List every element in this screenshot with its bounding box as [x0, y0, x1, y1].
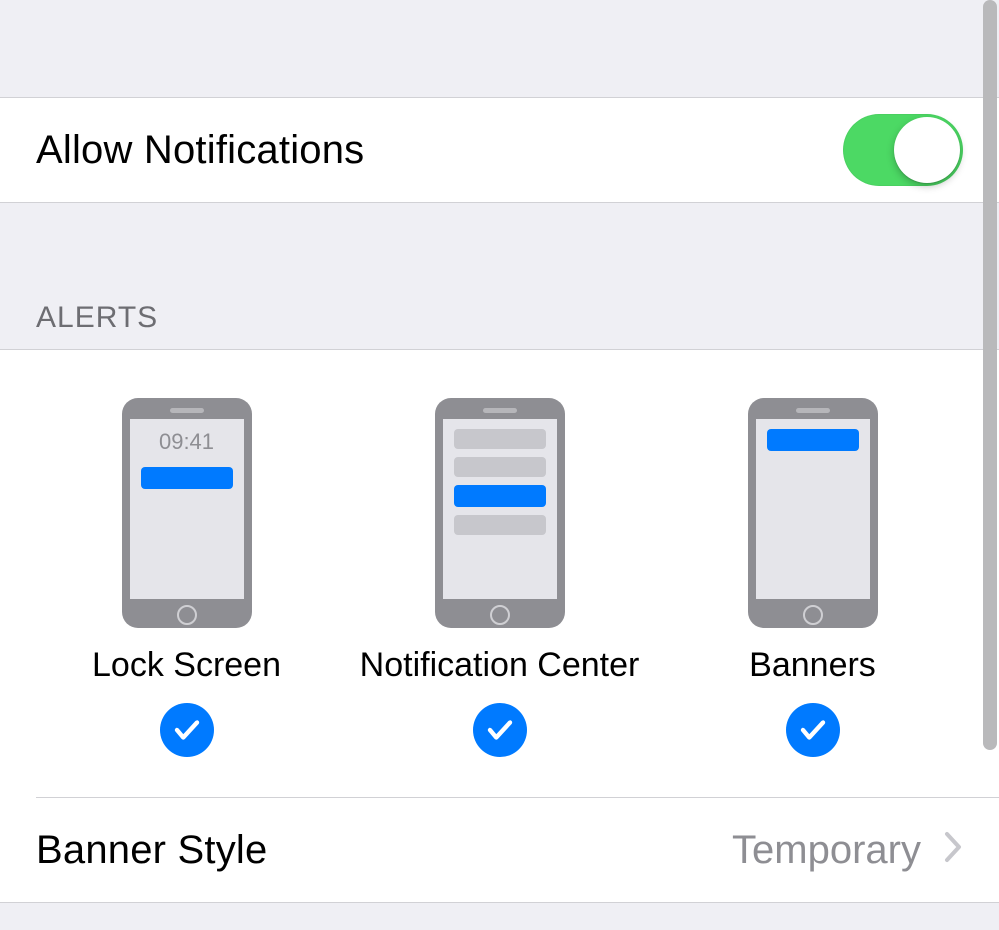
- alerts-section-gap: ALERTS: [0, 203, 999, 349]
- lock-screen-label: Lock Screen: [92, 646, 281, 685]
- notification-center-label: Notification Center: [360, 646, 640, 685]
- alerts-panel: 09:41 Lock Screen: [0, 349, 999, 903]
- alert-option-lock-screen[interactable]: 09:41 Lock Screen: [30, 398, 343, 757]
- banner-style-value: Temporary: [732, 828, 921, 873]
- lock-screen-time: 09:41: [159, 429, 214, 455]
- alert-option-notification-center[interactable]: Notification Center: [343, 398, 656, 757]
- allow-notifications-toggle[interactable]: [843, 114, 963, 186]
- notifications-settings-panel: Allow Notifications ALERTS 09:41 Lock Sc…: [0, 0, 999, 930]
- allow-notifications-label: Allow Notifications: [36, 128, 364, 173]
- banner-style-row[interactable]: Banner Style Temporary: [0, 798, 999, 902]
- lock-screen-icon: 09:41: [122, 398, 252, 628]
- notification-center-icon: [435, 398, 565, 628]
- chevron-right-icon: [943, 829, 963, 871]
- toggle-knob: [894, 117, 960, 183]
- alert-option-banners[interactable]: Banners: [656, 398, 969, 757]
- banners-label: Banners: [749, 646, 876, 685]
- alerts-grid: 09:41 Lock Screen: [0, 350, 999, 797]
- alerts-section-header: ALERTS: [36, 301, 158, 335]
- banners-check-icon: [786, 703, 840, 757]
- lock-screen-check-icon: [160, 703, 214, 757]
- scrollbar[interactable]: [983, 0, 997, 750]
- banners-icon: [748, 398, 878, 628]
- notification-center-check-icon: [473, 703, 527, 757]
- allow-notifications-row: Allow Notifications: [0, 97, 999, 203]
- bottom-spacer: [0, 903, 999, 919]
- banner-style-label: Banner Style: [36, 828, 267, 873]
- top-spacer: [0, 0, 999, 97]
